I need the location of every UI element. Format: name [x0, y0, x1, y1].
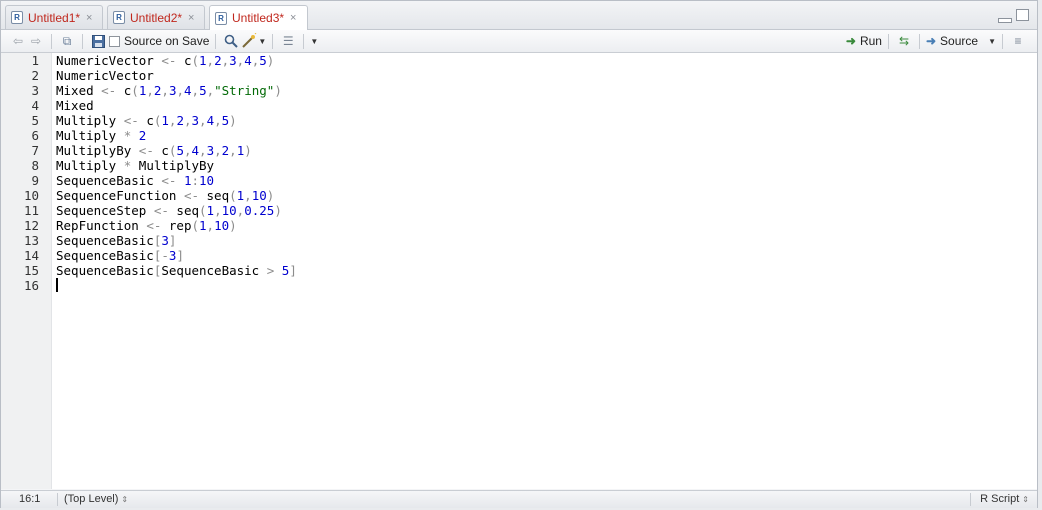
code-line[interactable]: NumericVector <- c(1,2,3,4,5) — [56, 53, 297, 68]
line-number: 15 — [23, 263, 39, 278]
code-line[interactable]: SequenceBasic[-3] — [56, 248, 297, 263]
code-line[interactable]: Mixed — [56, 98, 297, 113]
code-line[interactable]: RepFunction <- rep(1,10) — [56, 218, 297, 233]
divider — [303, 33, 305, 49]
code-line[interactable]: SequenceBasic[SequenceBasic > 5] — [56, 263, 297, 278]
chevron-down-icon[interactable]: ▼ — [258, 37, 266, 46]
code-line[interactable]: SequenceBasic[3] — [56, 233, 297, 248]
code-editor[interactable]: 1 2 3 4 5 6 7 8 9 10 11 12 13 14 15 16 NumericVector <-… — [1, 53, 1037, 489]
line-number: 13 — [23, 233, 39, 248]
line-number: 1 — [31, 53, 39, 68]
tab-bar: R Untitled1* × R Untitled2* × R Untitled… — [1, 1, 1037, 30]
status-bar: 16:1 (Top Level) ⇕ R Script ⇕ — [1, 490, 1037, 508]
r-file-icon: R — [215, 11, 227, 25]
line-number: 16 — [23, 278, 39, 293]
divider — [1002, 33, 1003, 49]
close-icon[interactable]: × — [188, 12, 194, 24]
editor-toolbar: ⇦ ⇨ ⧉ Source on Save ▼ ☰ ▼ ➜ Run ⇆ ➜ Sou… — [1, 30, 1037, 53]
file-type-label: R Script — [980, 493, 1020, 505]
line-number: 11 — [23, 203, 39, 218]
outline-icon[interactable]: ≡ — [1009, 32, 1027, 50]
show-in-window-icon[interactable]: ⧉ — [58, 32, 76, 50]
source-icon[interactable]: ➜ — [926, 34, 936, 48]
run-button[interactable]: Run — [860, 34, 882, 48]
line-number: 7 — [31, 143, 39, 158]
line-number: 14 — [23, 248, 39, 263]
source-on-save-label: Source on Save — [124, 34, 210, 48]
cursor-position: 16:1 — [19, 493, 41, 505]
compile-notebook-icon[interactable]: ☰ — [279, 32, 297, 50]
save-icon[interactable] — [89, 32, 107, 50]
tab-label: Untitled3* — [232, 11, 285, 25]
line-number: 8 — [31, 158, 39, 173]
forward-arrow-icon[interactable]: ⇨ — [27, 32, 45, 50]
updown-icon: ⇕ — [1022, 495, 1029, 504]
r-file-icon: R — [113, 11, 125, 24]
run-icon[interactable]: ➜ — [846, 34, 856, 48]
line-number: 12 — [23, 218, 39, 233]
r-file-icon: R — [11, 11, 23, 24]
toolbar-right: ➜ Run ⇆ ➜ Source ▼ ≡ — [846, 30, 1027, 52]
line-number: 5 — [31, 113, 39, 128]
chevron-down-icon[interactable]: ▼ — [310, 37, 318, 46]
divider — [970, 493, 971, 506]
window-controls — [998, 9, 1029, 23]
divider — [51, 33, 52, 49]
tab-untitled3[interactable]: R Untitled3* × — [209, 5, 308, 30]
divider — [57, 493, 58, 506]
source-editor-pane: R Untitled1* × R Untitled2* × R Untitled… — [0, 0, 1038, 508]
tab-untitled2[interactable]: R Untitled2* × — [107, 5, 205, 29]
search-icon[interactable] — [222, 32, 240, 50]
close-icon[interactable]: × — [86, 12, 92, 24]
source-button[interactable]: Source — [940, 34, 978, 48]
divider — [82, 33, 83, 49]
divider — [918, 33, 920, 49]
code-area[interactable]: NumericVector <- c(1,2,3,4,5) NumericVect… — [56, 53, 297, 293]
line-number: 2 — [31, 68, 39, 83]
line-number-gutter: 1 2 3 4 5 6 7 8 9 10 11 12 13 14 15 16 — [1, 53, 52, 489]
back-arrow-icon[interactable]: ⇦ — [9, 32, 27, 50]
code-line[interactable]: NumericVector — [56, 68, 297, 83]
code-line[interactable]: SequenceBasic <- 1:10 — [56, 173, 297, 188]
rerun-icon[interactable]: ⇆ — [895, 32, 913, 50]
code-line[interactable] — [56, 278, 297, 293]
updown-icon: ⇕ — [121, 495, 129, 504]
code-line[interactable]: Multiply * MultiplyBy — [56, 158, 297, 173]
line-number: 10 — [23, 188, 39, 203]
line-number: 3 — [31, 83, 39, 98]
divider — [215, 33, 217, 49]
code-line[interactable]: Multiply * 2 — [56, 128, 297, 143]
tab-untitled1[interactable]: R Untitled1* × — [5, 5, 103, 29]
close-icon[interactable]: × — [290, 12, 296, 24]
file-type-selector[interactable]: R Script ⇕ — [980, 493, 1029, 505]
line-number: 9 — [31, 173, 39, 188]
divider — [272, 33, 274, 49]
code-line[interactable]: Mixed <- c(1,2,3,4,5,"String") — [56, 83, 297, 98]
chevron-down-icon[interactable]: ▼ — [988, 37, 996, 46]
code-line[interactable]: Multiply <- c(1,2,3,4,5) — [56, 113, 297, 128]
line-number: 4 — [31, 98, 39, 113]
scope-label: (Top Level) — [64, 493, 119, 505]
tab-label: Untitled2* — [130, 10, 183, 25]
code-line[interactable]: SequenceFunction <- seq(1,10) — [56, 188, 297, 203]
divider — [887, 33, 889, 49]
text-cursor — [56, 278, 58, 292]
maximize-icon[interactable] — [1016, 9, 1029, 21]
line-number: 6 — [31, 128, 39, 143]
source-on-save-checkbox[interactable] — [109, 35, 120, 47]
tab-label: Untitled1* — [28, 10, 81, 25]
code-tools-wand-icon[interactable] — [240, 32, 258, 50]
code-line[interactable]: MultiplyBy <- c(5,4,3,2,1) — [56, 143, 297, 158]
scope-selector[interactable]: (Top Level) ⇕ — [64, 493, 128, 505]
code-line[interactable]: SequenceStep <- seq(1,10,0.25) — [56, 203, 297, 218]
minimize-icon[interactable] — [998, 18, 1012, 23]
